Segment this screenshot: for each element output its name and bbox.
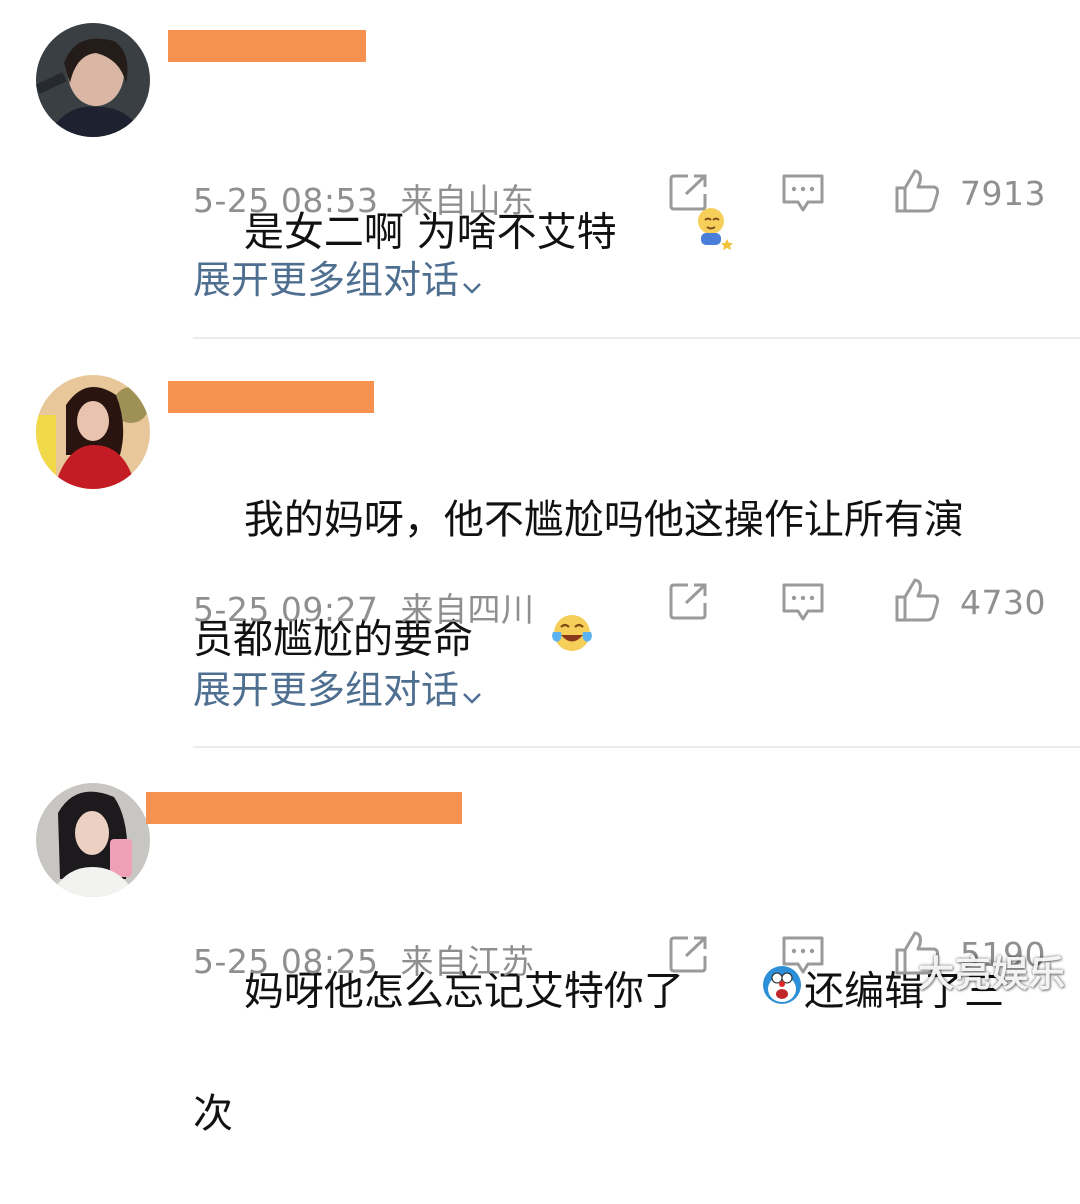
expand-conversation-link[interactable]: 展开更多组对话	[193, 249, 483, 305]
avatar[interactable]	[36, 375, 150, 489]
timestamp: 5-25 08:53	[193, 181, 379, 220]
divider	[193, 337, 1080, 339]
location: 来自江苏	[400, 942, 535, 981]
like-icon[interactable]	[893, 577, 941, 623]
doraemon-emoji-icon	[684, 903, 804, 1084]
redacted-username	[146, 792, 462, 824]
comment-meta: 5-25 08:25 来自江苏	[193, 935, 534, 983]
comment-text: 是女二啊 为啥不艾特	[193, 81, 1043, 388]
comment-icon[interactable]	[780, 172, 826, 214]
chevron-down-icon	[461, 261, 483, 305]
watermark: 大亮娱乐	[918, 954, 1067, 995]
comment-meta: 5-25 08:53 来自山东	[193, 174, 534, 222]
timestamp: 5-25 09:27	[193, 590, 379, 629]
comment-text: 妈呀他怎么忘记艾特你了 还编辑了三次	[193, 843, 1043, 1204]
comment-icon[interactable]	[780, 934, 826, 976]
divider	[193, 746, 1080, 748]
avatar[interactable]	[36, 23, 150, 137]
redacted-username	[168, 381, 374, 413]
avatar[interactable]	[36, 783, 150, 897]
shy-emoji-icon	[617, 141, 735, 328]
timestamp: 5-25 08:25	[193, 942, 379, 981]
redacted-username	[168, 30, 366, 62]
share-icon[interactable]	[668, 172, 710, 212]
like-count: 4730	[960, 583, 1046, 622]
like-icon[interactable]	[893, 168, 941, 214]
comment-icon[interactable]	[780, 581, 826, 623]
like-count: 7913	[960, 174, 1046, 213]
share-icon[interactable]	[668, 581, 710, 621]
chevron-down-icon	[461, 671, 483, 715]
comment-meta: 5-25 09:27 来自四川	[193, 583, 534, 631]
location: 来自四川	[400, 590, 535, 629]
laugh-cry-emoji-icon	[473, 550, 595, 733]
share-icon[interactable]	[668, 934, 710, 974]
expand-conversation-link[interactable]: 展开更多组对话	[193, 659, 483, 715]
location: 来自山东	[400, 181, 535, 220]
